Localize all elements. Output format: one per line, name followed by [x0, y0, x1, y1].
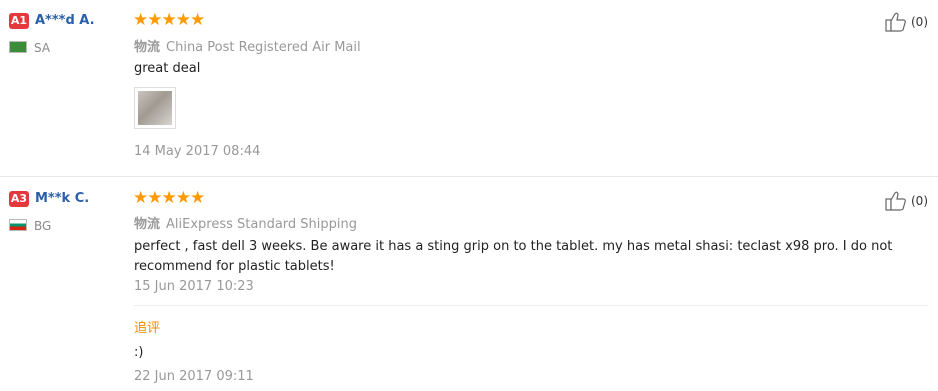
review-date: 15 Jun 2017 10:23: [134, 279, 254, 294]
buyer-name: A***d A.: [35, 13, 95, 28]
star-rating: ★★★★★: [133, 188, 205, 208]
shipping-label: 物流: [134, 40, 161, 55]
review-photo: [138, 91, 172, 125]
review-text: perfect , fast dell 3 weeks. Be aware it…: [134, 239, 893, 274]
buyer-country: SA: [34, 41, 51, 55]
followup-date: 22 Jun 2017 09:11: [134, 369, 254, 384]
followup-text: :): [134, 345, 144, 360]
country-flag-icon: [9, 219, 27, 231]
shipping-method: China Post Registered Air Mail: [166, 40, 361, 55]
review-date: 14 May 2017 08:44: [134, 144, 261, 159]
thumbs-up-icon: [885, 191, 906, 211]
shipping-info: 物流 China Post Registered Air Mail: [134, 36, 361, 55]
followup-label: 追评: [134, 321, 161, 336]
review-item: A1 A***d A. SA ★★★★★ 物流 China Post Regist…: [0, 0, 938, 177]
helpful-count: (0): [911, 15, 928, 29]
helpful-button[interactable]: (0): [885, 12, 928, 32]
followup-divider: [134, 305, 928, 306]
thumbs-up-icon: [885, 12, 906, 32]
buyer-country: BG: [34, 219, 52, 233]
helpful-count: (0): [911, 194, 928, 208]
review-text: great deal: [134, 61, 201, 76]
shipping-method: AliExpress Standard Shipping: [166, 217, 358, 232]
shipping-info: 物流 AliExpress Standard Shipping: [134, 213, 357, 232]
buyer-level-badge: A1: [9, 13, 29, 29]
buyer-name: M**k C.: [35, 191, 90, 206]
buyer-level-badge: A3: [9, 191, 29, 207]
review-photo-thumbnail[interactable]: [134, 87, 176, 129]
country-flag-icon: [9, 41, 27, 53]
helpful-button[interactable]: (0): [885, 191, 928, 211]
shipping-label: 物流: [134, 217, 161, 232]
review-item: A3 M**k C. BG ★★★★★ 物流 AliExpress Standar…: [0, 177, 938, 391]
star-rating: ★★★★★: [133, 10, 205, 30]
